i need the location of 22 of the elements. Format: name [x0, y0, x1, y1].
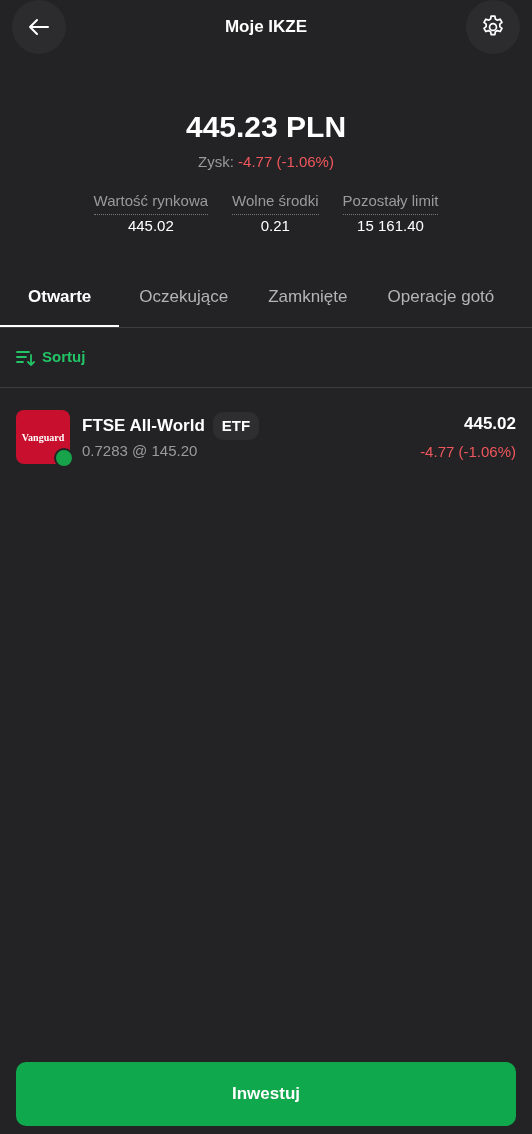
stat-label: Pozostały limit	[342, 189, 439, 215]
type-tag: ETF	[212, 411, 260, 440]
tab[interactable]: Operacje gotó	[367, 267, 515, 327]
tab[interactable]: Otwarte	[0, 267, 120, 327]
stat-value: 445.02	[127, 216, 174, 236]
total-value: 445.23 PLN	[184, 109, 348, 145]
fund-logo: Vanguard	[16, 410, 70, 464]
stat-value: 0.21	[260, 216, 290, 236]
page-title: Moje IKZE	[224, 16, 308, 39]
profit-label: Zysk:	[198, 153, 234, 170]
tab[interactable]: Oczekujące	[119, 267, 249, 327]
profit-value: -4.77 (-1.06%)	[238, 153, 334, 170]
fund-name: FTSE All-World	[82, 415, 205, 437]
stat-value: 15 161.40	[357, 216, 424, 236]
stat-label: Wolne środki	[232, 189, 319, 215]
position-detail: 0.7283 @ 145.20	[82, 441, 199, 461]
tab[interactable]: Zamknięte	[248, 267, 368, 327]
stat-label: Wartość rynkowa	[93, 189, 209, 215]
sort-button[interactable]: Sortuj	[16, 346, 86, 369]
position-value: 445.02	[463, 413, 516, 435]
sort-icon	[16, 349, 36, 366]
position-change: -4.77 (-1.06%)	[420, 441, 516, 462]
